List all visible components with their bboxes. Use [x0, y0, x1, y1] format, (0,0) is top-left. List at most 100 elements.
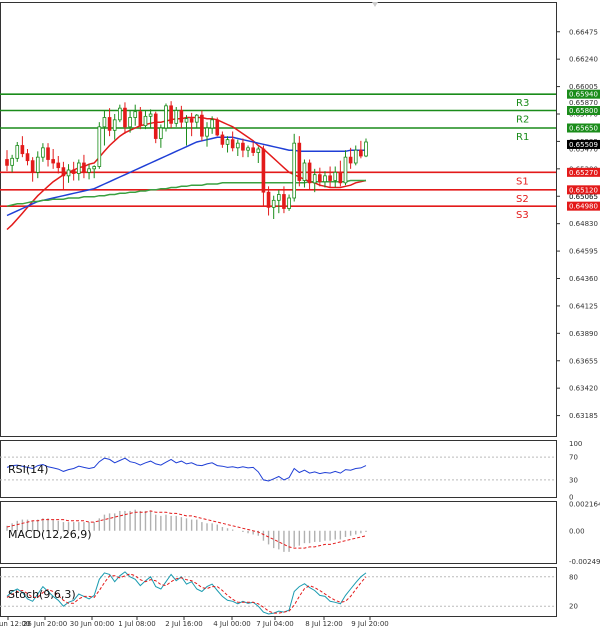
price-tick-label: 0.63890	[569, 330, 598, 338]
level-label-S2: S2	[516, 194, 529, 205]
candle-body	[292, 142, 297, 199]
candle-body	[56, 162, 61, 169]
candle-body	[30, 160, 35, 173]
time-tick-label: 7 Jul 04:00	[256, 620, 294, 628]
level-badge-text-S1: 0.65270	[569, 169, 598, 177]
candle-body	[61, 167, 66, 177]
candle-body	[353, 149, 358, 164]
level-badge-text-R1: 0.65650	[569, 125, 598, 133]
candle-body	[287, 197, 291, 209]
candle-body	[266, 191, 271, 208]
candle-body	[179, 110, 184, 123]
candle-body	[307, 162, 312, 184]
candle-body	[51, 159, 55, 164]
time-tick-label: 9 Jul 20:00	[351, 620, 389, 628]
candle-body	[318, 174, 322, 183]
rsi-tick-label: 100	[569, 440, 582, 448]
macd-tick-label: 0.002164	[569, 500, 600, 508]
candle-body	[184, 118, 189, 123]
candle-body	[97, 126, 102, 167]
level-badge-text-S2: 0.65120	[569, 186, 598, 194]
candle-body	[159, 127, 163, 139]
candle-body	[194, 114, 199, 123]
level-label-S1: S1	[516, 176, 529, 187]
candle-body	[241, 142, 245, 151]
candle-body	[148, 113, 153, 117]
candle-body	[323, 175, 327, 183]
candle-body	[246, 147, 250, 151]
candle-body	[92, 166, 96, 170]
price-tick-label: 0.66475	[569, 28, 598, 36]
candle-body	[230, 139, 235, 149]
scroll-marker-icon	[372, 2, 378, 7]
stochastic-panel: Stoch(9,6,3) 80 20	[0, 571, 578, 615]
macd-panel: MACD(12,26,9) 0.002164 0.00 -0.002497	[6, 500, 600, 566]
candle-body	[225, 139, 230, 145]
candle-body	[210, 119, 214, 129]
candle-body	[271, 199, 276, 208]
candle-body	[312, 174, 317, 184]
panel-frame-0	[0, 2, 557, 437]
candle-body	[189, 118, 194, 123]
time-tick-label: 8 Jul 12:00	[305, 620, 343, 628]
candle-body	[107, 117, 112, 131]
time-tick-label: 1 Jul 08:00	[118, 620, 156, 628]
candle-body	[102, 117, 107, 128]
candle-body	[41, 147, 45, 158]
level-label-S3: S3	[516, 210, 529, 221]
time-axis: 25 Jun 12:0026 Jun 20:0030 Jun 00:001 Ju…	[0, 616, 389, 628]
candle-body	[76, 162, 81, 174]
time-tick-label: 2 Jul 16:00	[165, 620, 203, 628]
stoch-tick-label: 80	[569, 573, 578, 581]
candle-body	[123, 107, 127, 128]
price-tick-label: 0.66240	[569, 56, 598, 64]
rsi-line	[6, 457, 367, 482]
candle-body	[205, 127, 209, 137]
macd-label: MACD(12,26,9)	[8, 528, 92, 541]
candle-body	[220, 134, 225, 145]
price-tick-label: 0.63185	[569, 412, 598, 420]
candle-body	[302, 162, 307, 181]
level-label-R2: R2	[516, 115, 529, 126]
price-tick-label: 0.64360	[569, 275, 598, 283]
macd-tick-label: 0.00	[569, 527, 585, 535]
rsi-tick-label: 30	[569, 476, 578, 484]
macd-tick-label: -0.002497	[569, 558, 600, 566]
candle-body	[5, 159, 9, 166]
candle-body	[25, 153, 30, 162]
candle-body	[282, 194, 286, 209]
stoch-label: Stoch(9,6,3)	[8, 588, 76, 601]
price-tick-label: 0.64595	[569, 248, 598, 256]
candle-body	[87, 168, 91, 173]
candle-body	[46, 147, 50, 160]
candle-body	[153, 113, 158, 139]
candle-body	[20, 145, 25, 155]
current-price-badge-text: 0.65509	[569, 141, 598, 149]
support-resistance-levels: R3 R2 R1 S1 S2 S3	[0, 93, 556, 221]
chart-canvas: R3R2R1S1S2S3 0.664750.662400.660050.6577…	[0, 2, 600, 628]
candle-body	[133, 111, 138, 118]
stoch-tick-label: 20	[569, 603, 578, 611]
candle-body	[261, 148, 266, 193]
price-extra-label: 0.65870	[569, 99, 598, 107]
time-tick-label: 30 Jun 00:00	[70, 620, 114, 628]
candle-body	[10, 157, 14, 166]
candle-body	[35, 156, 40, 173]
level-badge-text-R3: 0.65940	[569, 91, 598, 99]
price-tick-label: 0.63655	[569, 357, 598, 365]
rsi-label: RSI(14)	[8, 463, 48, 476]
candle-body	[138, 111, 143, 127]
price-tick-label: 0.64125	[569, 302, 598, 310]
candle-body	[328, 175, 332, 181]
candle-body	[71, 169, 76, 174]
rsi-tick-label: 70	[569, 454, 578, 462]
level-label-R3: R3	[516, 98, 529, 109]
candle-body	[256, 148, 261, 153]
price-axis: 0.664750.662400.660050.657700.655350.653…	[556, 28, 598, 420]
candle-body	[348, 156, 353, 164]
candle-body	[343, 156, 348, 184]
candle-body	[333, 171, 338, 181]
time-tick-label: 4 Jul 00:00	[213, 620, 251, 628]
candle-body	[112, 119, 117, 131]
candle-body	[15, 145, 20, 159]
